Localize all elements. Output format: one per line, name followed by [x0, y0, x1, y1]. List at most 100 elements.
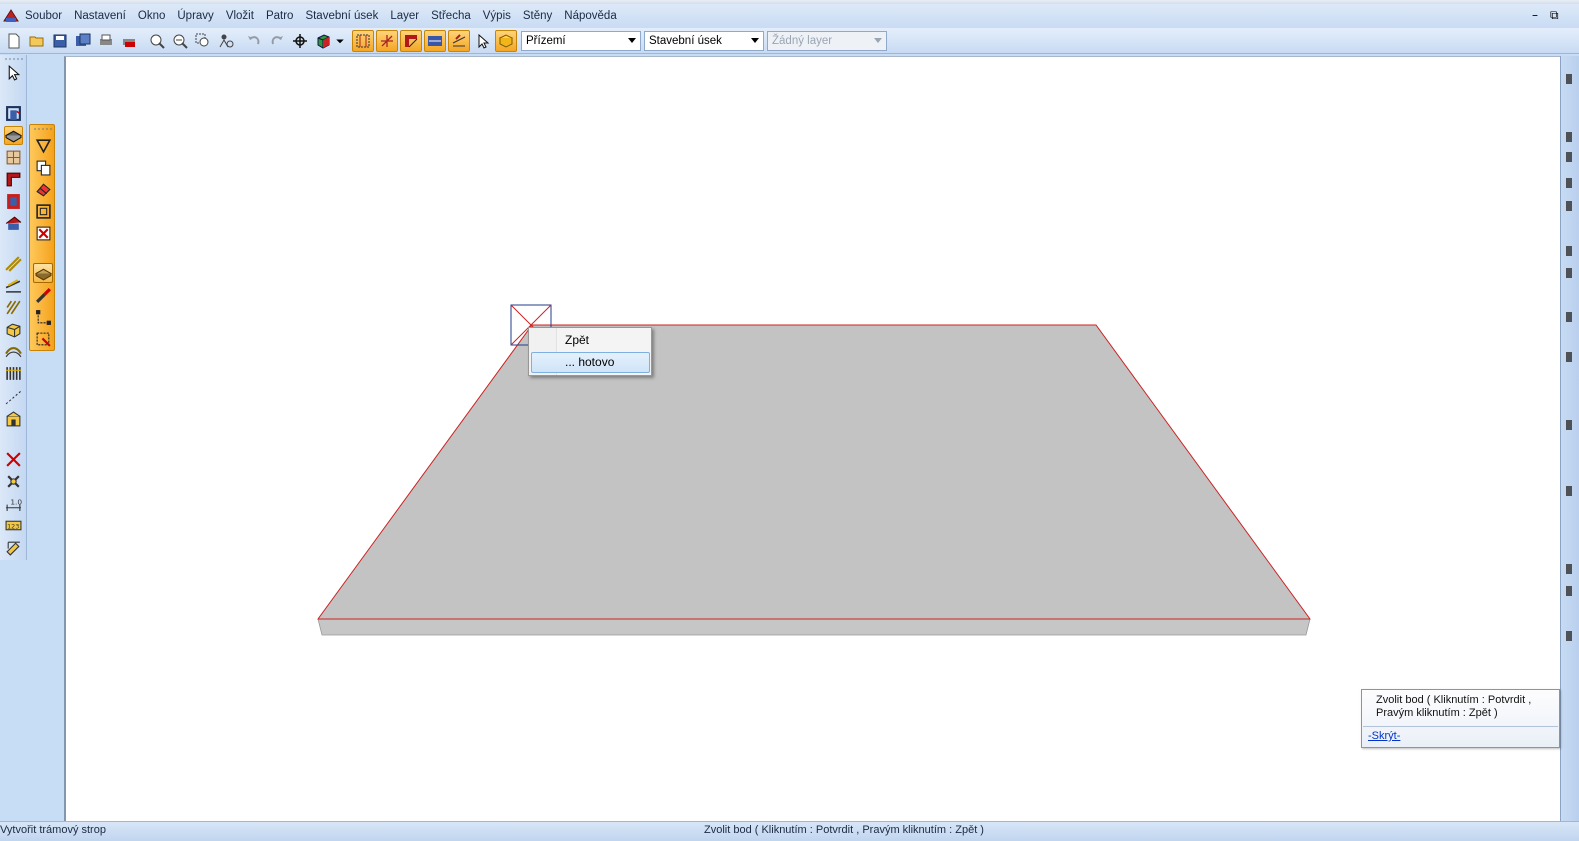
- open-folder-icon[interactable]: [25, 29, 48, 52]
- floor-select-icon[interactable]: [495, 29, 517, 52]
- toolbar-grip[interactable]: [4, 58, 24, 60]
- menu-soubor[interactable]: Soubor: [23, 6, 68, 26]
- pdf-icon[interactable]: [117, 29, 140, 52]
- floor-slab-icon[interactable]: [4, 126, 23, 145]
- menu-layer[interactable]: Layer: [384, 6, 425, 26]
- print-icon[interactable]: [94, 29, 117, 52]
- save-all-icon[interactable]: [71, 29, 94, 52]
- edit-arrow-icon[interactable]: [33, 329, 53, 349]
- floor-select-value: Přízemí: [526, 34, 566, 47]
- menu-vypis[interactable]: Výpis: [477, 6, 517, 26]
- app-window: Soubor Nastavení Okno Úpravy Vložit Patr…: [0, 0, 1579, 841]
- zoom-in-icon[interactable]: [145, 29, 168, 52]
- hatch-lines-icon[interactable]: [4, 298, 23, 317]
- hint-panel: Zvolit bod ( Kliknutím : Potvrdit , Prav…: [1361, 689, 1560, 748]
- menu-napoveda[interactable]: Nápověda: [558, 6, 622, 26]
- right-tool-icon[interactable]: [1566, 268, 1572, 278]
- chevron-down-icon: [628, 38, 636, 43]
- restore-button[interactable]: ⧉: [1550, 8, 1559, 23]
- zoom-out-icon[interactable]: [168, 29, 191, 52]
- hide-hint-link[interactable]: -Skrýt-: [1368, 730, 1400, 742]
- angle-lines-icon[interactable]: [4, 276, 23, 295]
- status-command: Vytvořit trámový strop: [0, 824, 106, 836]
- menu-upravy[interactable]: Úpravy: [171, 6, 219, 26]
- dimension-1-icon[interactable]: 1.0: [4, 494, 23, 513]
- open-door-icon[interactable]: [4, 104, 23, 123]
- menu-strecha[interactable]: Střecha: [425, 6, 477, 26]
- right-tool-icon[interactable]: [1566, 352, 1572, 362]
- snap-point-icon[interactable]: [376, 29, 398, 52]
- zoom-person-icon[interactable]: [214, 29, 237, 52]
- pointer-icon[interactable]: [471, 29, 494, 52]
- window-grid-icon[interactable]: [4, 148, 23, 167]
- status-prompt: Zvolit bod ( Kliknutím : Potvrdit , Prav…: [704, 824, 984, 836]
- measure-icon[interactable]: 123: [4, 516, 23, 535]
- menu-nastaveni[interactable]: Nastavení: [68, 6, 132, 26]
- right-tool-icon[interactable]: [1566, 246, 1572, 256]
- context-item-done[interactable]: ... hotovo: [531, 352, 650, 373]
- arch-icon[interactable]: [4, 342, 23, 361]
- wall-corner-icon[interactable]: [4, 170, 23, 189]
- minimize-button[interactable]: –: [1532, 8, 1538, 22]
- right-tool-icon[interactable]: [1566, 132, 1572, 142]
- diagonal-lines-icon[interactable]: [4, 254, 23, 273]
- 3d-cube-icon[interactable]: [311, 29, 334, 52]
- status-bar: Vytvořit trámový strop Zvolit bod ( Klik…: [0, 821, 1579, 841]
- menu-okno[interactable]: Okno: [132, 6, 172, 26]
- zoom-window-icon[interactable]: [191, 29, 214, 52]
- dropdown-arrow-icon[interactable]: [334, 29, 346, 52]
- context-item-back[interactable]: Zpět: [531, 330, 650, 351]
- delete-icon[interactable]: [33, 223, 53, 243]
- ruler-pencil-icon[interactable]: [4, 538, 23, 557]
- context-menu: Zpět ... hotovo: [528, 327, 652, 376]
- square-icon[interactable]: [33, 201, 53, 221]
- menu-patro[interactable]: Patro: [260, 6, 300, 26]
- new-file-icon[interactable]: [2, 29, 25, 52]
- menu-stavebni-usek[interactable]: Stavební úsek: [299, 6, 384, 26]
- triangle-down-icon[interactable]: [33, 135, 53, 155]
- house-roof-icon[interactable]: [4, 214, 23, 233]
- section-select[interactable]: Stavební úsek: [644, 30, 764, 51]
- right-tool-icon[interactable]: [1566, 564, 1572, 574]
- right-tool-icon[interactable]: [1566, 586, 1572, 596]
- redo-icon[interactable]: [265, 29, 288, 52]
- menu-vlozit[interactable]: Vložit: [220, 6, 260, 26]
- right-tool-icon[interactable]: [1566, 152, 1572, 162]
- brush-icon[interactable]: [33, 285, 53, 305]
- layer-view-icon[interactable]: [424, 29, 446, 52]
- grid-select-icon[interactable]: [352, 29, 374, 52]
- fence-icon[interactable]: [4, 364, 23, 383]
- red-frame-icon[interactable]: [4, 192, 23, 211]
- delete-x-icon[interactable]: [4, 450, 23, 469]
- select-arrow-icon[interactable]: [4, 63, 23, 82]
- right-tool-icon[interactable]: [1566, 486, 1572, 496]
- corner-node-icon[interactable]: [33, 307, 53, 327]
- wall-corner-icon[interactable]: [400, 29, 422, 52]
- right-tool-icon[interactable]: [1566, 201, 1572, 211]
- floor-select[interactable]: Přízemí: [521, 30, 641, 51]
- dimension-icon[interactable]: [448, 29, 470, 52]
- save-icon[interactable]: [48, 29, 71, 52]
- box-3d-icon[interactable]: [4, 320, 23, 339]
- app-logo-icon: [2, 7, 20, 25]
- right-tool-icon[interactable]: [1566, 420, 1572, 430]
- slab-3d-view: [317, 304, 1311, 636]
- right-tool-icon[interactable]: [1566, 631, 1572, 641]
- right-tool-icon[interactable]: [1566, 178, 1572, 188]
- slab-toolbar: [29, 124, 55, 351]
- right-tool-icon[interactable]: [1566, 312, 1572, 322]
- eraser-icon[interactable]: [33, 179, 53, 199]
- right-tool-icon[interactable]: [1566, 74, 1572, 84]
- layer-select[interactable]: Žádný layer: [767, 30, 887, 51]
- shed-icon[interactable]: [4, 410, 23, 429]
- crosshair-icon[interactable]: [288, 29, 311, 52]
- slab-3d-icon[interactable]: [33, 263, 53, 283]
- slab-front-face: [317, 618, 1311, 636]
- undo-icon[interactable]: [242, 29, 265, 52]
- menu-steny[interactable]: Stěny: [517, 6, 558, 26]
- drawing-canvas[interactable]: [64, 56, 1560, 821]
- tools-icon[interactable]: [4, 472, 23, 491]
- toolbar-grip[interactable]: [33, 128, 53, 130]
- dotted-line-icon[interactable]: [4, 388, 23, 407]
- copy-icon[interactable]: [33, 157, 53, 177]
